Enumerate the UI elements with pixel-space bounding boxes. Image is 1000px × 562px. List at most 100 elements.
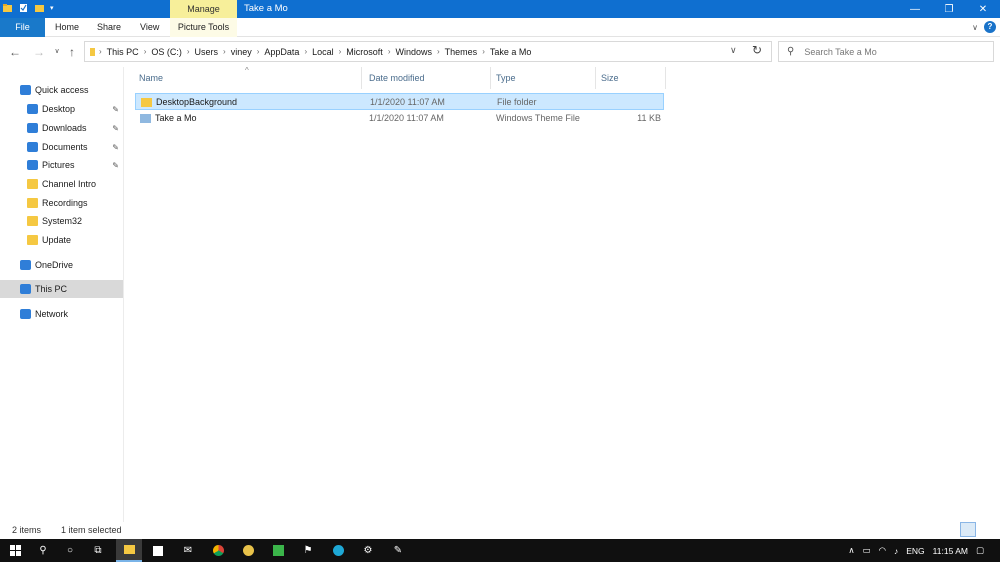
tab-picture-tools[interactable]: Picture Tools xyxy=(170,18,237,37)
chrome-icon[interactable] xyxy=(205,539,231,562)
taskbar: ⚲ ○ ⧉ ✉ ⚑ ⚙ ✎ ∧ ▭ ◠ ♪ ENG 11:15 AM ▢ xyxy=(0,539,1000,562)
tab-share[interactable]: Share xyxy=(97,18,121,37)
pin-icon: ✎ xyxy=(112,160,119,170)
breadcrumb-item[interactable]: Themes xyxy=(441,47,482,57)
language-indicator[interactable]: ENG xyxy=(906,546,924,556)
column-divider[interactable] xyxy=(361,67,362,89)
clock[interactable]: 11:15 AM xyxy=(933,546,968,556)
wifi-icon[interactable]: ◠ xyxy=(879,545,886,556)
sidebar-item[interactable]: This PC xyxy=(0,280,123,298)
system-tray: ∧ ▭ ◠ ♪ ENG 11:15 AM ▢ xyxy=(848,539,1000,562)
sidebar-item-label: Recordings xyxy=(42,198,88,208)
navigation-pane: Quick access Desktop ✎ Downloads ✎ Documents ✎… xyxy=(0,67,124,522)
camtasia-icon[interactable] xyxy=(265,539,291,562)
selection-count: 1 item selected xyxy=(61,525,122,535)
expand-ribbon-chevron-icon[interactable]: ∨ xyxy=(972,23,978,32)
folder-icon xyxy=(3,4,12,12)
sidebar-item[interactable]: Quick access xyxy=(0,81,123,99)
battery-icon[interactable]: ▭ xyxy=(863,545,871,556)
help-icon[interactable]: ? xyxy=(984,21,996,33)
sidebar-item[interactable]: Documents ✎ xyxy=(0,138,123,156)
view-toggle xyxy=(960,522,995,537)
new-folder-icon[interactable] xyxy=(34,2,45,14)
sidebar-item-label: Downloads xyxy=(42,123,87,133)
cell-type: Windows Theme File xyxy=(496,113,580,123)
sidebar-item[interactable]: System32 xyxy=(0,212,123,230)
sidebar-item[interactable]: Channel Intro xyxy=(0,175,123,193)
search-icon[interactable]: ⚲ xyxy=(30,539,56,562)
cortana-icon[interactable]: ○ xyxy=(57,539,83,562)
tab-manage[interactable]: Manage xyxy=(170,0,237,18)
tab-file[interactable]: File xyxy=(0,18,45,37)
minimize-button[interactable]: — xyxy=(898,0,932,18)
folder-icon xyxy=(141,98,152,107)
details-view-icon[interactable] xyxy=(960,522,976,537)
volume-icon[interactable]: ♪ xyxy=(894,546,898,556)
breadcrumb-item[interactable]: Users xyxy=(191,47,223,57)
sidebar-item[interactable]: Downloads ✎ xyxy=(0,119,123,137)
show-hidden-icons-chevron-icon[interactable]: ∧ xyxy=(848,545,854,556)
sidebar-item[interactable]: Update xyxy=(0,231,123,249)
table-row[interactable]: DesktopBackground 1/1/2020 11:07 AM File f… xyxy=(135,93,664,110)
close-button[interactable]: ✕ xyxy=(966,0,1000,18)
column-header-name[interactable]: Name xyxy=(139,73,163,83)
restore-button[interactable]: ❐ xyxy=(932,0,966,18)
breadcrumb-item[interactable]: Windows xyxy=(391,47,436,57)
paint-icon[interactable]: ✎ xyxy=(385,539,411,562)
file-explorer-icon[interactable] xyxy=(116,539,142,562)
network-icon xyxy=(20,309,31,319)
sidebar-item[interactable]: Pictures ✎ xyxy=(0,156,123,174)
column-header-date[interactable]: Date modified xyxy=(369,73,425,83)
up-arrow-icon[interactable]: ↑ xyxy=(65,45,79,59)
cell-size: 11 KB xyxy=(637,113,661,123)
breadcrumb-item[interactable]: Take a Mo xyxy=(486,47,536,57)
sidebar-item[interactable]: Recordings xyxy=(0,194,123,212)
tab-view[interactable]: View xyxy=(140,18,159,37)
column-header-type[interactable]: Type xyxy=(496,73,516,83)
sidebar-item[interactable]: Network xyxy=(0,305,123,323)
breadcrumb-item[interactable]: AppData xyxy=(260,47,303,57)
column-divider[interactable] xyxy=(595,67,596,89)
breadcrumb-item[interactable]: This PC xyxy=(103,47,143,57)
sidebar-item[interactable]: OneDrive xyxy=(0,256,123,274)
recorder-icon[interactable]: ⚑ xyxy=(295,539,321,562)
customize-toolbar-chevron-icon[interactable]: ▾ xyxy=(50,4,54,12)
column-divider[interactable] xyxy=(665,67,666,89)
mail-icon[interactable]: ✉ xyxy=(175,539,201,562)
breadcrumb-item[interactable]: viney xyxy=(227,47,256,57)
download-icon xyxy=(27,123,38,133)
status-bar: 2 items 1 item selected xyxy=(0,522,1000,539)
address-bar[interactable]: › This PC › OS (C:) › Users › viney › AppData › Loc… xyxy=(84,41,772,62)
breadcrumb: › This PC › OS (C:) › Users › viney › AppData › Loc… xyxy=(98,47,535,57)
edge-icon[interactable] xyxy=(325,539,351,562)
app-icon[interactable] xyxy=(235,539,261,562)
large-icons-view-icon[interactable] xyxy=(979,522,995,537)
task-view-icon[interactable]: ⧉ xyxy=(85,539,111,562)
properties-icon[interactable] xyxy=(18,2,29,14)
column-divider[interactable] xyxy=(490,67,491,89)
forward-arrow-icon[interactable]: → xyxy=(32,45,46,59)
start-windows-icon[interactable] xyxy=(2,539,28,562)
recent-locations-chevron-icon[interactable]: ∨ xyxy=(50,45,64,59)
search-icon: ⚲ xyxy=(787,46,795,57)
breadcrumb-item[interactable]: OS (C:) xyxy=(147,47,186,57)
settings-gear-icon[interactable]: ⚙ xyxy=(355,539,381,562)
breadcrumb-item[interactable]: Microsoft xyxy=(342,47,387,57)
column-header-size[interactable]: Size xyxy=(601,73,619,83)
folder-icon xyxy=(90,47,95,56)
folder-icon xyxy=(27,216,38,226)
notifications-icon[interactable]: ▢ xyxy=(976,545,984,556)
sidebar-item-label: Update xyxy=(42,235,72,245)
breadcrumb-item[interactable]: Local xyxy=(308,47,338,57)
search-box[interactable]: ⚲ Search Take a Mo xyxy=(778,41,994,62)
refresh-icon[interactable]: ↻ xyxy=(752,43,762,57)
store-icon[interactable] xyxy=(145,539,171,562)
sidebar-item[interactable]: Desktop ✎ xyxy=(0,100,123,118)
back-arrow-icon[interactable]: ← xyxy=(8,45,22,59)
address-dropdown-chevron-icon[interactable]: ∨ xyxy=(730,45,737,56)
search-placeholder[interactable]: Search Take a Mo xyxy=(804,47,876,57)
sidebar-item-label: Desktop xyxy=(42,104,76,114)
tab-home[interactable]: Home xyxy=(55,18,79,37)
table-row[interactable]: Take a Mo 1/1/2020 11:07 AM Windows Theme … xyxy=(135,110,664,127)
pin-icon: ✎ xyxy=(112,142,119,152)
